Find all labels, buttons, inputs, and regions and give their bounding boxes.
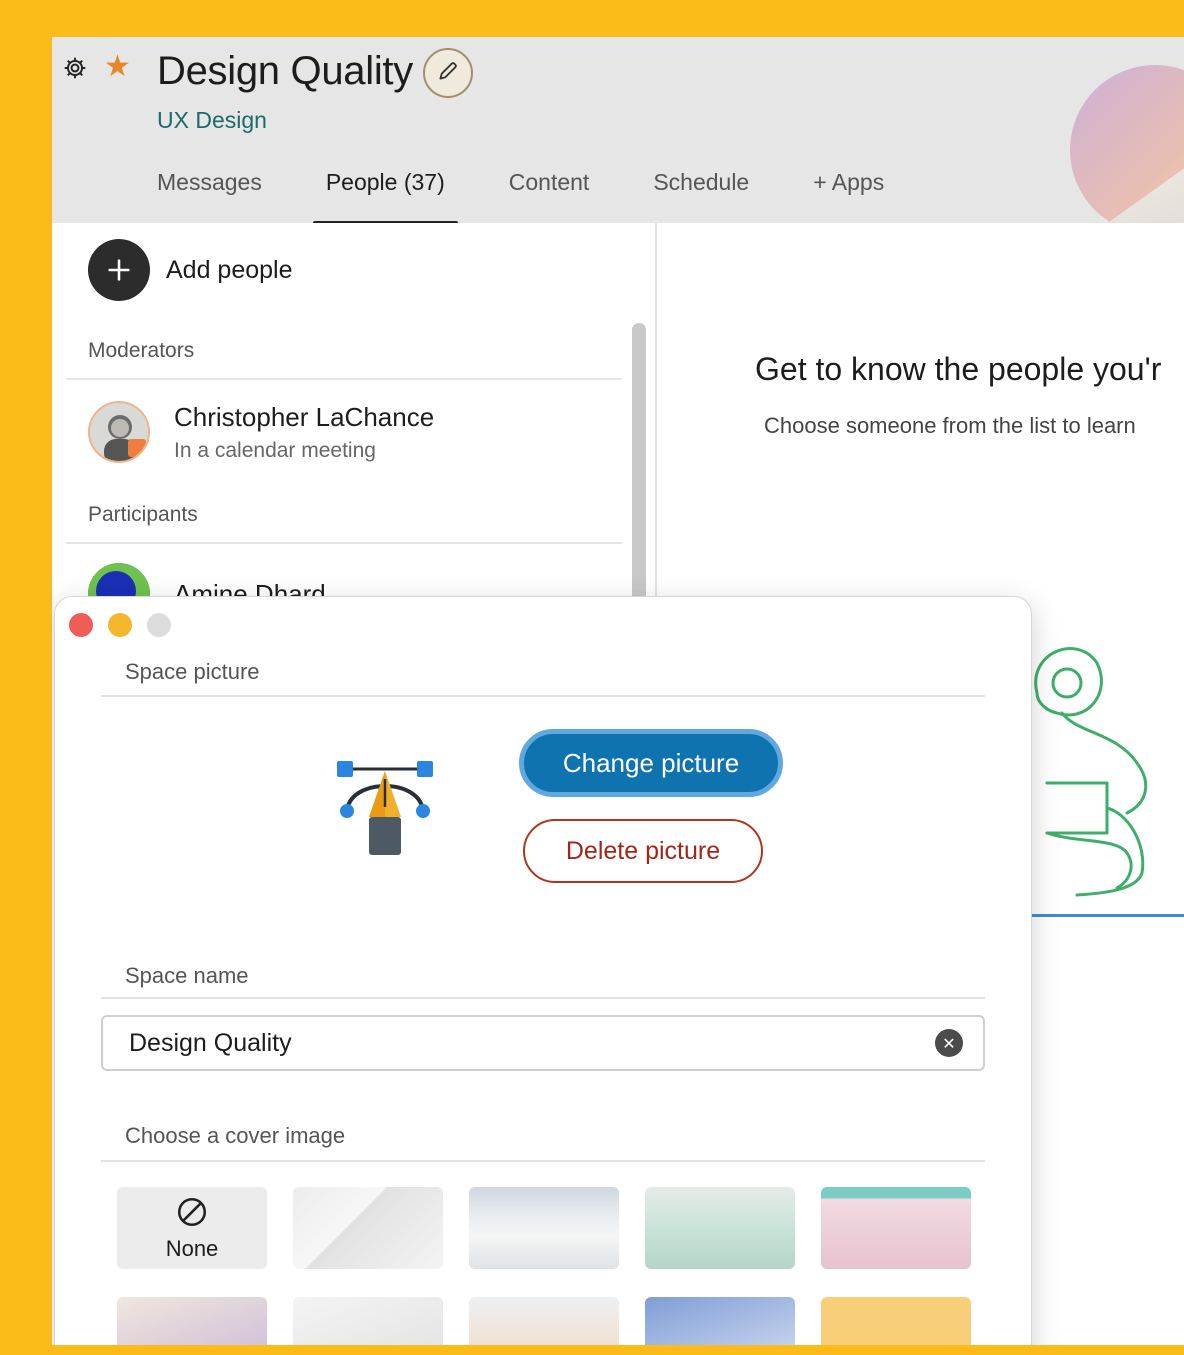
cover-option-thumbnail[interactable]	[645, 1297, 795, 1345]
divider	[101, 997, 985, 999]
minimize-window-button[interactable]	[108, 613, 132, 637]
cover-option-thumbnail[interactable]	[469, 1187, 619, 1269]
divider	[101, 695, 985, 697]
space-name-input[interactable]: Design Quality ✕	[101, 1015, 985, 1071]
none-icon	[175, 1195, 209, 1234]
divider	[66, 542, 622, 544]
space-settings-dialog: Space picture Change picture Delete pict…	[54, 596, 1032, 1345]
avatar	[88, 401, 150, 463]
edit-title-button[interactable]	[423, 48, 473, 98]
space-name-value: Design Quality	[129, 1028, 292, 1057]
participants-heading: Participants	[88, 503, 198, 526]
change-picture-button[interactable]: Change picture	[519, 729, 783, 797]
tab-schedule[interactable]: Schedule	[653, 167, 749, 207]
cover-option-thumbnail[interactable]	[293, 1297, 443, 1345]
divider	[66, 378, 622, 380]
space-title: Design Quality	[157, 49, 413, 93]
none-label: None	[165, 1235, 219, 1261]
pencil-icon	[435, 58, 461, 89]
add-people-button[interactable]: Add people	[88, 239, 293, 301]
tab-content[interactable]: Content	[509, 167, 590, 207]
app-window: ★ Design Quality UX Design Messages Peop…	[52, 37, 1184, 1345]
cover-option-thumbnail[interactable]	[645, 1187, 795, 1269]
space-name-label: Space name	[125, 963, 249, 988]
star-icon[interactable]: ★	[104, 52, 131, 82]
clear-icon[interactable]: ✕	[935, 1029, 963, 1057]
tab-messages[interactable]: Messages	[157, 167, 262, 207]
divider	[101, 1160, 985, 1162]
tab-people[interactable]: People (37)	[312, 167, 458, 223]
space-header: ★ Design Quality UX Design Messages Peop…	[52, 37, 1184, 223]
plus-icon	[88, 239, 150, 301]
person-name: Christopher LaChance	[174, 401, 435, 432]
tab-bar: Messages People (37) Content Schedule + …	[157, 167, 948, 223]
cover-option-thumbnail[interactable]	[821, 1187, 971, 1269]
space-picture-label: Space picture	[125, 659, 260, 684]
cover-option-thumbnail[interactable]	[469, 1297, 619, 1345]
person-status: In a calendar meeting	[174, 438, 376, 462]
empty-state-subtitle: Choose someone from the list to learn	[764, 413, 1136, 438]
scrollbar[interactable]	[632, 323, 646, 603]
delete-picture-button[interactable]: Delete picture	[523, 819, 763, 883]
add-people-label: Add people	[166, 255, 293, 284]
person-row-moderator[interactable]: Christopher LaChance In a calendar meeti…	[88, 401, 434, 463]
gear-icon[interactable]	[62, 55, 88, 81]
moderators-heading: Moderators	[88, 339, 195, 362]
close-window-button[interactable]	[69, 613, 93, 637]
cover-image-label: Choose a cover image	[125, 1123, 346, 1148]
pen-tool-icon	[333, 757, 437, 861]
cover-option-thumbnail[interactable]	[293, 1187, 443, 1269]
accent-line	[1029, 914, 1184, 917]
zoom-window-button[interactable]	[147, 613, 171, 637]
person-illustration	[1017, 633, 1184, 913]
cover-option-none[interactable]: None	[117, 1187, 267, 1269]
cover-option-thumbnail[interactable]	[117, 1297, 267, 1345]
tab-apps[interactable]: + Apps	[813, 167, 884, 207]
cover-option-thumbnail[interactable]	[821, 1297, 971, 1345]
empty-state-title: Get to know the people you'r	[755, 351, 1162, 387]
space-subtitle[interactable]: UX Design	[157, 107, 267, 134]
